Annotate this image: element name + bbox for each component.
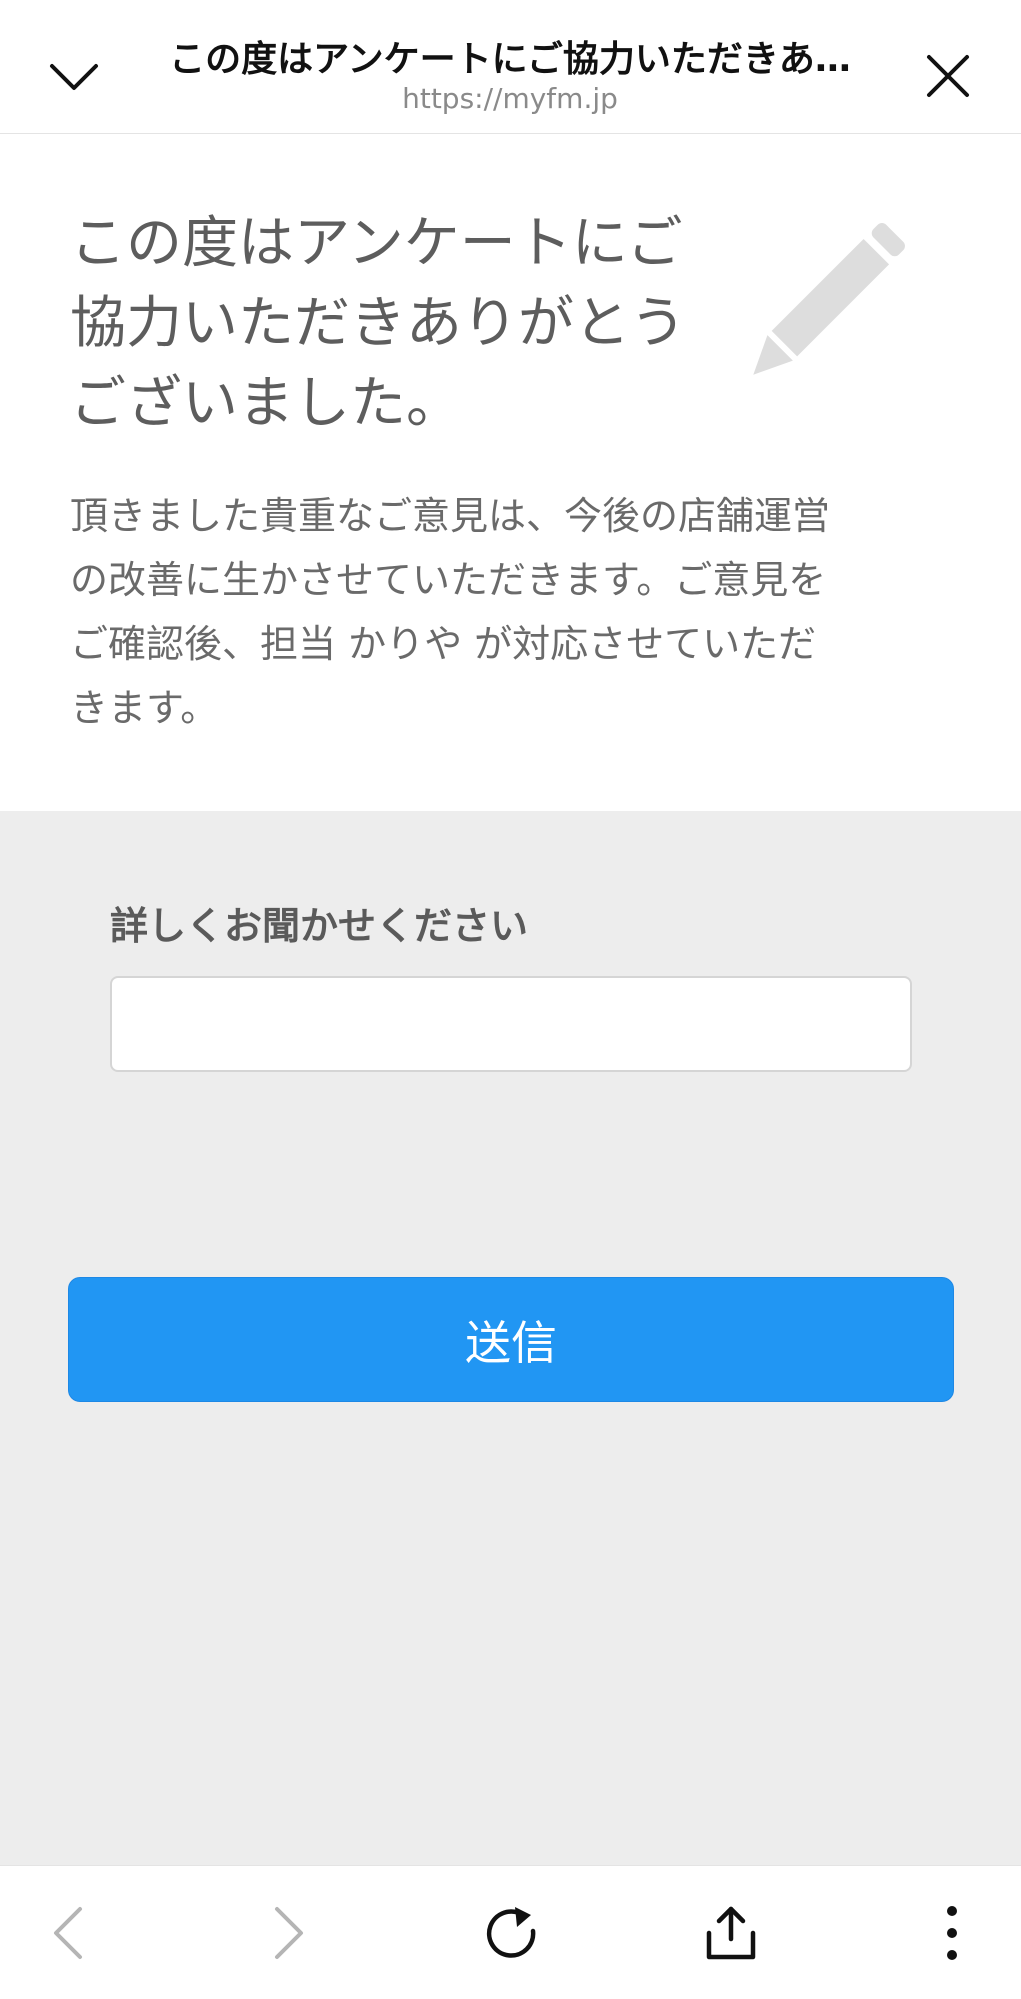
- thank-you-message: 頂きました貴重なご意見は、今後の店舗運営 の改善に生かさせていただきます。ご意見…: [70, 484, 950, 740]
- browser-top-bar: この度はアンケートにご協力いただきあ… https://myfm.jp: [0, 0, 1021, 134]
- browser-bottom-toolbar: [0, 1865, 1021, 1999]
- chevron-right-icon: [275, 1907, 303, 1959]
- reload-button[interactable]: [466, 1888, 556, 1978]
- share-button[interactable]: [686, 1888, 776, 1978]
- reload-icon: [486, 1907, 536, 1958]
- heading-line: この度はアンケートにご: [70, 211, 683, 276]
- close-icon: [927, 55, 969, 97]
- chevron-left-icon: [54, 1907, 82, 1959]
- pencil-icon: [753, 223, 905, 375]
- message-line: きます。: [70, 686, 219, 730]
- browser-url: https://myfm.jp: [402, 82, 618, 115]
- back-button[interactable]: [24, 1888, 114, 1978]
- detail-input[interactable]: [110, 976, 912, 1072]
- thank-you-section: この度はアンケートにご 協力いただきありがとう ございました。 頂きました貴重な…: [0, 134, 1021, 811]
- collapse-button[interactable]: [34, 36, 114, 116]
- heading-line: ございました。: [70, 371, 462, 436]
- message-line: 頂きました貴重なご意見は、今後の店舗運営: [70, 494, 831, 538]
- detail-field-label: 詳しくお聞かせください: [110, 904, 529, 948]
- heading-line: 協力いただきありがとう: [70, 291, 686, 356]
- message-line: の改善に生かさせていただきます。ご意見を: [70, 558, 827, 602]
- more-button[interactable]: [907, 1888, 997, 1978]
- thank-you-heading: この度はアンケートにご 協力いただきありがとう ございました。: [70, 204, 730, 444]
- browser-title: この度はアンケートにご協力いただきあ…: [169, 39, 851, 80]
- share-icon: [706, 1906, 756, 1960]
- submit-button[interactable]: 送信: [68, 1277, 954, 1402]
- chevron-down-icon: [50, 64, 98, 90]
- message-line: ご確認後、担当 かりや が対応させていただ: [70, 622, 817, 666]
- close-button[interactable]: [908, 36, 988, 116]
- more-vertical-icon: [947, 1906, 957, 1960]
- forward-button[interactable]: [243, 1888, 333, 1978]
